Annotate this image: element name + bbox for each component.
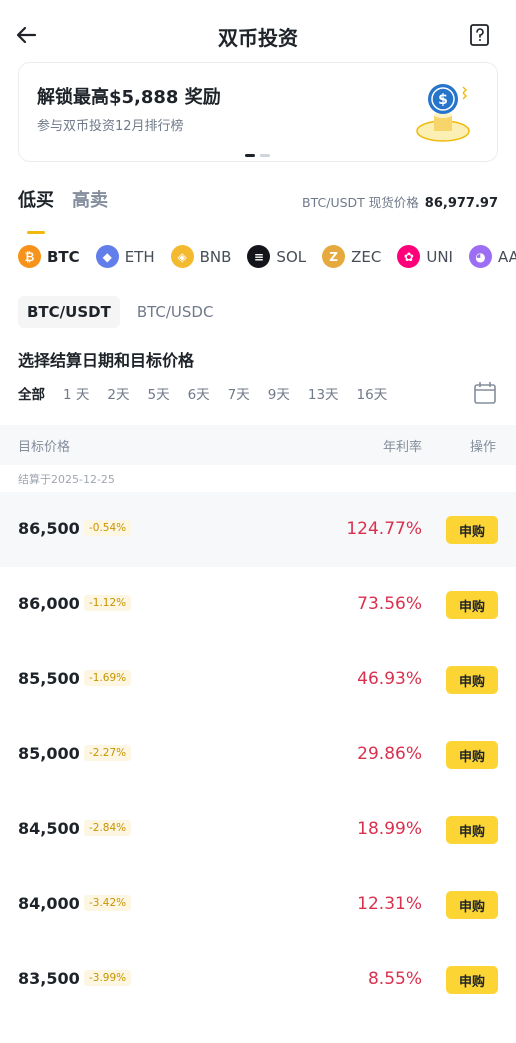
coin-label: BTC <box>47 247 80 266</box>
subscribe-button[interactable]: 申购 <box>446 816 498 844</box>
annual-rate: 29.86% <box>357 744 422 764</box>
price-change-badge: -2.84% <box>84 820 132 836</box>
annual-rate: 124.77% <box>346 519 422 539</box>
target-price: 85,500 <box>18 669 80 688</box>
spot-price-label: BTC/USDT 现货价格 <box>302 195 419 210</box>
zcash-icon: Z <box>322 245 346 268</box>
guide-book-icon[interactable] <box>468 22 492 48</box>
column-header-action: 操作 <box>469 440 496 455</box>
uniswap-icon: ✿ <box>397 245 421 268</box>
coin-label: ZEC <box>351 247 382 266</box>
duration-option[interactable]: 2天 <box>98 383 138 403</box>
duration-option[interactable]: 13天 <box>299 383 348 403</box>
subscribe-button[interactable]: 申购 <box>446 666 498 694</box>
target-price: 85,000 <box>18 744 80 763</box>
page-title: 双币投资 <box>218 26 298 50</box>
settlement-date: 结算于2025-12-25 <box>18 473 115 486</box>
subscribe-button[interactable]: 申购 <box>446 741 498 769</box>
target-price: 86,500 <box>18 519 80 538</box>
coin-label: SOL <box>276 247 307 266</box>
table-row[interactable]: 86,500 -0.54% 124.77% 申购 <box>0 492 516 567</box>
price-change-badge: -3.99% <box>84 970 132 986</box>
tab-buy-low[interactable]: 低买 <box>18 186 54 234</box>
subscribe-button[interactable]: 申购 <box>446 966 498 994</box>
section-title: 选择结算日期和目标价格 <box>18 351 195 370</box>
coin-tab-aa[interactable]: ◕ AA <box>468 245 516 268</box>
duration-option[interactable]: 16天 <box>348 383 397 403</box>
bnb-icon: ◈ <box>170 245 194 268</box>
coin-label: BNB <box>199 247 232 266</box>
pair-selector: BTC/USDT BTC/USDC <box>18 296 222 328</box>
subscribe-button[interactable]: 申购 <box>446 516 498 544</box>
column-header-apr: 年利率 <box>382 440 422 455</box>
target-price: 84,500 <box>18 819 80 838</box>
duration-option[interactable]: 全部 <box>9 383 54 403</box>
table-row[interactable]: 84,000 -3.42% 12.31% 申购 <box>0 867 516 942</box>
annual-rate: 12.31% <box>357 894 422 914</box>
subscribe-button[interactable]: 申购 <box>446 891 498 919</box>
solana-icon: ≡ <box>247 245 271 268</box>
duration-filter: 全部 1 天 2天 5天 6天 7天 9天 13天 16天 <box>18 380 498 406</box>
coin-tab-zec[interactable]: Z ZEC <box>322 245 381 268</box>
coin-tab-eth[interactable]: ◆ ETH <box>95 245 155 268</box>
pagination-dot <box>260 154 270 157</box>
coin-tab-btc[interactable]: ₿ BTC <box>18 245 80 268</box>
target-price: 83,500 <box>18 969 80 988</box>
price-change-badge: -0.54% <box>84 520 132 536</box>
annual-rate: 73.56% <box>357 594 422 614</box>
svg-text:$: $ <box>438 92 448 108</box>
duration-option[interactable]: 1 天 <box>54 383 98 403</box>
coin-tab-bnb[interactable]: ◈ BNB <box>170 245 232 268</box>
coin-tab-sol[interactable]: ≡ SOL <box>247 245 306 268</box>
banner-pagination <box>245 154 270 157</box>
duration-option[interactable]: 7天 <box>219 383 259 403</box>
price-change-badge: -1.69% <box>84 670 132 686</box>
duration-option[interactable]: 5天 <box>138 383 178 403</box>
table-row[interactable]: 85,500 -1.69% 46.93% 申购 <box>0 642 516 717</box>
table-row[interactable]: 84,500 -2.84% 18.99% 申购 <box>0 792 516 867</box>
coin-label: ETH <box>124 247 155 266</box>
promo-banner[interactable]: 解锁最高$5,888 奖励 参与双币投资12月排行榜 $ <box>18 62 498 162</box>
price-change-badge: -1.12% <box>84 595 132 611</box>
product-list: 86,500 -0.54% 124.77% 申购 86,000 -1.12% 73.56% 申… <box>0 492 516 1017</box>
bitcoin-icon: ₿ <box>18 245 41 268</box>
coin-icon: ◕ <box>468 245 492 268</box>
coin-label: UNI <box>426 247 453 266</box>
tab-sell-high[interactable]: 高卖 <box>72 186 108 224</box>
subscribe-button[interactable]: 申购 <box>446 591 498 619</box>
app-header: 双币投资 <box>0 0 516 70</box>
coin-label: AA <box>497 247 516 266</box>
duration-option[interactable]: 6天 <box>179 383 219 403</box>
table-row[interactable]: 83,500 -3.99% 8.55% 申购 <box>0 942 516 1017</box>
annual-rate: 8.55% <box>367 969 422 989</box>
pagination-dot <box>245 154 255 157</box>
column-header-target-price: 目标价格 <box>18 440 71 455</box>
usdc-coin-illustration-icon: $ <box>407 77 479 149</box>
spot-price-value: 86,977.97 <box>424 196 498 211</box>
annual-rate: 46.93% <box>357 669 422 689</box>
price-change-badge: -3.42% <box>84 895 132 911</box>
banner-subtitle: 参与双币投资12月排行榜 <box>37 119 184 134</box>
price-change-badge: -2.27% <box>84 745 132 761</box>
target-price: 86,000 <box>18 594 80 613</box>
duration-option[interactable]: 9天 <box>259 383 299 403</box>
coin-tab-uni[interactable]: ✿ UNI <box>397 245 453 268</box>
ethereum-icon: ◆ <box>95 245 119 268</box>
target-price: 84,000 <box>18 894 80 913</box>
spot-price: BTC/USDT 现货价格 86,977.97 <box>302 192 498 211</box>
coin-selector: ₿ BTC ◆ ETH ◈ BNB ≡ SOL Z ZEC ✿ UNI ◕ AA <box>18 245 516 268</box>
banner-title: 解锁最高$5,888 奖励 <box>37 87 221 108</box>
buy-sell-tabs: 低买 高卖 <box>18 186 108 234</box>
pair-btc-usdc[interactable]: BTC/USDC <box>128 296 223 328</box>
calendar-icon[interactable] <box>472 380 498 406</box>
table-row[interactable]: 86,000 -1.12% 73.56% 申购 <box>0 567 516 642</box>
pair-btc-usdt[interactable]: BTC/USDT <box>18 296 120 328</box>
annual-rate: 18.99% <box>357 819 422 839</box>
table-header: 目标价格 年利率 操作 <box>0 425 516 465</box>
table-row[interactable]: 85,000 -2.27% 29.86% 申购 <box>0 717 516 792</box>
